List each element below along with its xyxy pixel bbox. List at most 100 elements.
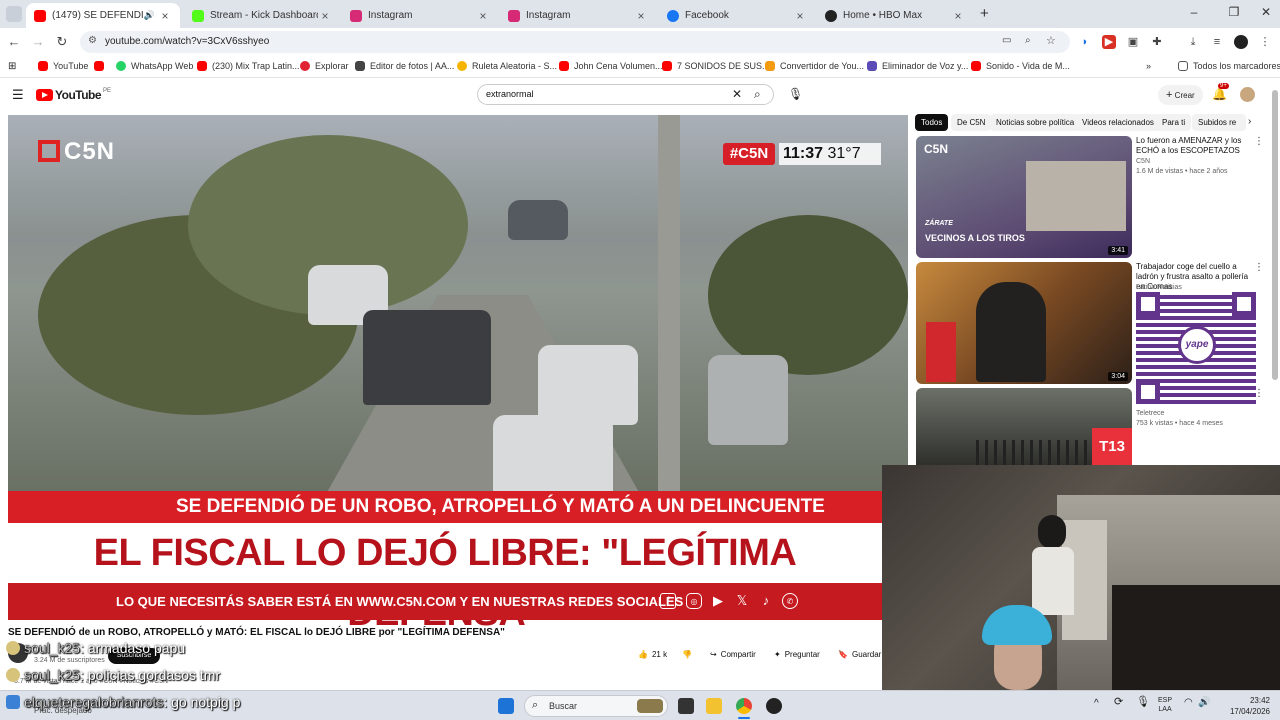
tab-hbo-max[interactable]: Home • HBO Max × — [817, 3, 973, 28]
more-options-icon[interactable]: ⋮ — [1254, 388, 1264, 399]
photo-editor-favicon-icon — [355, 61, 365, 71]
chips-next-icon[interactable]: › — [1248, 116, 1251, 127]
reload-icon[interactable]: ↻ — [54, 34, 70, 50]
tab-instagram-1[interactable]: Instagram × — [342, 3, 498, 28]
back-icon[interactable]: ← — [6, 34, 22, 50]
hamburger-menu-icon[interactable]: ☰ — [12, 87, 24, 103]
bookmark-item[interactable]: WhatsApp Web — [116, 61, 193, 71]
tab-title: Instagram — [368, 10, 413, 21]
bookmark-item[interactable]: Editor de fotos | AA... — [355, 61, 454, 71]
close-window-icon[interactable]: ✕ — [1256, 5, 1276, 19]
maximize-icon[interactable]: ❐ — [1224, 5, 1244, 19]
chip-recent[interactable]: Subidos re — [1192, 114, 1246, 131]
notification-badge: 9+ — [1218, 83, 1229, 89]
chip-all[interactable]: Todos — [915, 114, 949, 131]
voice-search-icon[interactable]: 🎙 — [788, 87, 803, 101]
search-input[interactable]: extranormal ✕ ⌕ — [477, 84, 774, 105]
ask-button[interactable]: ✦ Preguntar — [774, 646, 820, 664]
minimize-icon[interactable]: – — [1184, 5, 1204, 19]
related-thumbnail[interactable]: C5N ZÁRATE VECINOS A LOS TIROS 3:41 — [916, 136, 1132, 258]
create-button[interactable]: + Crear — [1158, 85, 1203, 105]
close-tab-icon[interactable]: × — [476, 9, 490, 23]
network-icon[interactable]: ⟳ — [1114, 697, 1123, 708]
all-bookmarks[interactable]: Todos los marcadores — [1178, 61, 1280, 71]
bookmark-item[interactable]: Eliminador de Voz y... — [867, 61, 968, 71]
microphone-icon[interactable]: 🎙 — [1136, 697, 1150, 708]
like-button[interactable]: 👍 21 k — [638, 646, 667, 664]
related-channel[interactable]: C5N — [1136, 158, 1150, 165]
bookmark-item[interactable]: YouTube — [38, 61, 88, 71]
related-channel[interactable]: Teletrece — [1136, 410, 1164, 417]
language-indicator[interactable]: ESP LAA — [1158, 696, 1172, 714]
close-tab-icon[interactable]: × — [634, 9, 648, 23]
close-tab-icon[interactable]: × — [951, 9, 965, 23]
related-channel[interactable]: Latina Noticias — [1136, 284, 1182, 291]
show-hidden-icons[interactable]: ^ — [1094, 699, 1099, 709]
bookmark-item[interactable]: (230) Mix Trap Latin... — [197, 61, 300, 71]
tab-youtube[interactable]: (1479) SE DEFENDIÓ de un 🔊 × — [26, 3, 180, 28]
close-tab-icon[interactable]: × — [158, 9, 172, 23]
close-tab-icon[interactable]: × — [793, 9, 807, 23]
more-options-icon[interactable]: ⋮ — [1254, 262, 1264, 273]
user-avatar[interactable] — [1240, 87, 1255, 102]
extension-icon[interactable]: ◗ — [1078, 35, 1092, 49]
bookmark-item[interactable]: Convertidor de You... — [765, 61, 864, 71]
profile-avatar-icon[interactable] — [1234, 35, 1248, 49]
task-view-icon[interactable] — [678, 698, 694, 714]
related-thumbnail[interactable]: 3:04 — [916, 262, 1132, 384]
more-bookmarks-icon[interactable]: » — [1146, 61, 1151, 71]
page-scrollbar[interactable] — [1272, 90, 1278, 380]
system-clock[interactable]: 23:42 17/04/2026 — [1214, 695, 1270, 717]
bookmark-star-icon[interactable]: ☆ — [1046, 34, 1056, 47]
like-count: 21 k — [651, 650, 668, 659]
obs-icon[interactable] — [766, 698, 782, 714]
reading-list-icon[interactable]: ≡ — [1210, 35, 1224, 49]
download-icon[interactable]: ⤓ — [1186, 35, 1200, 49]
chat-text: : policias gordasos tmr — [80, 667, 221, 683]
chrome-icon[interactable] — [736, 698, 752, 714]
bookmark-item[interactable]: Sonido - Vida de M... — [971, 61, 1070, 71]
related-title[interactable]: Lo fueron a AMENAZAR y los ECHÓ a los ES… — [1136, 136, 1252, 156]
youtube-logo[interactable]: YouTube PE — [36, 88, 111, 102]
bookmark-item[interactable]: John Cena Volumen... — [559, 61, 663, 71]
tab-facebook[interactable]: Facebook × — [659, 3, 815, 28]
bookmark-item[interactable]: Explorar — [300, 61, 349, 71]
chip-for-you[interactable]: Para ti — [1156, 114, 1192, 131]
tab-instagram-2[interactable]: Instagram × — [500, 3, 656, 28]
zoom-icon[interactable]: ⌕ — [1025, 35, 1031, 46]
bookmark-item[interactable]: Ruleta Aleatoria - S... — [457, 61, 557, 71]
file-explorer-icon[interactable] — [706, 698, 722, 714]
taskbar-search[interactable]: ⌕ Buscar — [524, 695, 668, 717]
apps-grid-icon[interactable]: ⊞ — [8, 61, 16, 72]
chip-politics[interactable]: Noticias sobre política — [990, 114, 1081, 131]
forward-icon[interactable]: → — [30, 34, 46, 50]
address-bar[interactable]: ⚙ youtube.com/watch?v=3CxV6sshyeo ▭ ⌕ ☆ — [80, 31, 1070, 53]
install-app-icon[interactable]: ▭ — [1002, 35, 1011, 46]
clear-search-icon[interactable]: ✕ — [732, 87, 742, 101]
notifications-bell-icon[interactable]: 🔔 — [1212, 87, 1227, 101]
dislike-button[interactable]: 👎 — [682, 646, 692, 664]
bookmark-item[interactable]: 7 SONIDOS DE SUS... — [662, 61, 770, 71]
related-thumbnail[interactable]: T13 — [916, 388, 1132, 465]
tab-kick[interactable]: Stream - Kick Dashboard × — [184, 3, 340, 28]
share-button[interactable]: ↪ Compartir — [710, 646, 756, 664]
tab-title: Stream - Kick Dashboard — [210, 10, 318, 21]
bookmark-item[interactable] — [94, 61, 109, 71]
site-info-icon[interactable]: ⚙ — [88, 35, 97, 46]
wifi-icon[interactable]: ◠ — [1184, 698, 1193, 708]
search-icon[interactable]: ⌕ — [754, 87, 761, 102]
chip-related[interactable]: Videos relacionados — [1076, 114, 1160, 131]
clock-time: 23:42 — [1249, 696, 1270, 705]
chip-de-c5n[interactable]: De C5N — [951, 114, 992, 131]
extensions-puzzle-icon[interactable]: ✚ — [1150, 35, 1164, 49]
windows-start-icon[interactable] — [498, 698, 514, 714]
volume-icon[interactable]: 🔊 — [1198, 698, 1210, 708]
new-tab-button[interactable]: + — [980, 5, 989, 22]
extension-icon[interactable]: ▶ — [1102, 35, 1116, 49]
menu-kebab-icon[interactable]: ⋮ — [1258, 35, 1272, 49]
tab-search-icon[interactable] — [6, 6, 22, 22]
extension-icon[interactable]: ▣ — [1126, 35, 1140, 49]
save-button[interactable]: 🔖 Guardar — [838, 646, 881, 664]
close-tab-icon[interactable]: × — [318, 9, 332, 23]
more-options-icon[interactable]: ⋮ — [1254, 136, 1264, 147]
